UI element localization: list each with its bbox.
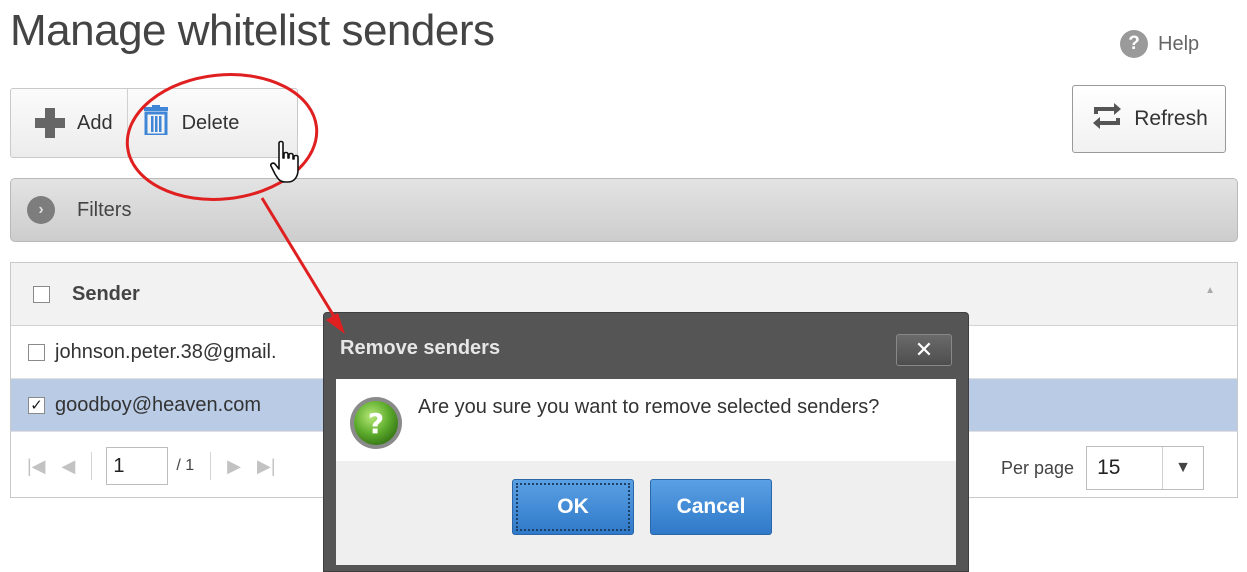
sort-up-icon[interactable]: ▲: [1205, 285, 1215, 296]
row-checkbox[interactable]: [28, 343, 45, 361]
page-number-input[interactable]: [106, 447, 169, 485]
help-icon: ?: [1120, 30, 1148, 58]
first-page-icon[interactable]: |◀: [27, 456, 46, 477]
trash-icon: [143, 105, 168, 141]
dialog-title: Remove senders: [340, 337, 501, 359]
column-header-sender[interactable]: Sender: [72, 283, 140, 306]
per-page-label: Per page: [1001, 457, 1075, 478]
row-checkbox[interactable]: ✓: [28, 396, 45, 414]
select-all-checkbox[interactable]: [33, 285, 50, 303]
remove-senders-dialog: Remove senders ✕ ? Are you sure you want…: [323, 312, 969, 572]
pager-divider: [91, 452, 93, 480]
add-label: Add: [77, 111, 113, 134]
last-page-icon[interactable]: ▶|: [257, 456, 276, 477]
help-link[interactable]: ? Help: [1120, 30, 1199, 58]
per-page-value: 15: [1097, 456, 1121, 479]
dialog-message-area: ? Are you sure you want to remove select…: [336, 379, 956, 461]
sender-cell: goodboy@heaven.com: [55, 393, 261, 416]
close-icon[interactable]: ✕: [896, 334, 952, 366]
chevron-right-icon: ›: [27, 196, 55, 224]
page-total: / 1: [176, 457, 195, 474]
dialog-footer: OK Cancel: [336, 461, 956, 565]
per-page-select[interactable]: 15 ▼: [1086, 446, 1205, 490]
plus-icon: [35, 108, 65, 138]
dialog-body: ? Are you sure you want to remove select…: [336, 379, 956, 565]
delete-button[interactable]: Delete: [128, 89, 240, 157]
refresh-button[interactable]: Refresh: [1072, 85, 1226, 153]
hand-cursor-icon: [270, 140, 304, 189]
prev-page-icon[interactable]: ◀: [62, 456, 76, 477]
add-button[interactable]: Add: [11, 89, 128, 157]
sender-cell: johnson.peter.38@gmail.: [55, 340, 277, 363]
svg-text:?: ?: [368, 407, 384, 440]
filters-label: Filters: [77, 198, 132, 221]
delete-label: Delete: [181, 111, 240, 134]
page-title: Manage whitelist senders: [10, 6, 495, 55]
filters-panel-toggle[interactable]: › Filters: [10, 178, 1238, 242]
next-page-icon[interactable]: ▶: [227, 456, 241, 477]
chevron-down-icon[interactable]: ▼: [1162, 447, 1203, 489]
pager-divider: [210, 452, 212, 480]
refresh-icon: [1090, 101, 1124, 137]
action-toolbar: Add Delete: [10, 88, 298, 158]
help-label: Help: [1158, 32, 1200, 55]
question-icon: ?: [348, 395, 404, 456]
ok-button[interactable]: OK: [512, 479, 634, 535]
refresh-label: Refresh: [1134, 107, 1208, 130]
cancel-button[interactable]: Cancel: [650, 479, 772, 535]
dialog-message: Are you sure you want to remove selected…: [418, 396, 880, 418]
per-page-control: Per page 15 ▼: [1001, 446, 1205, 490]
